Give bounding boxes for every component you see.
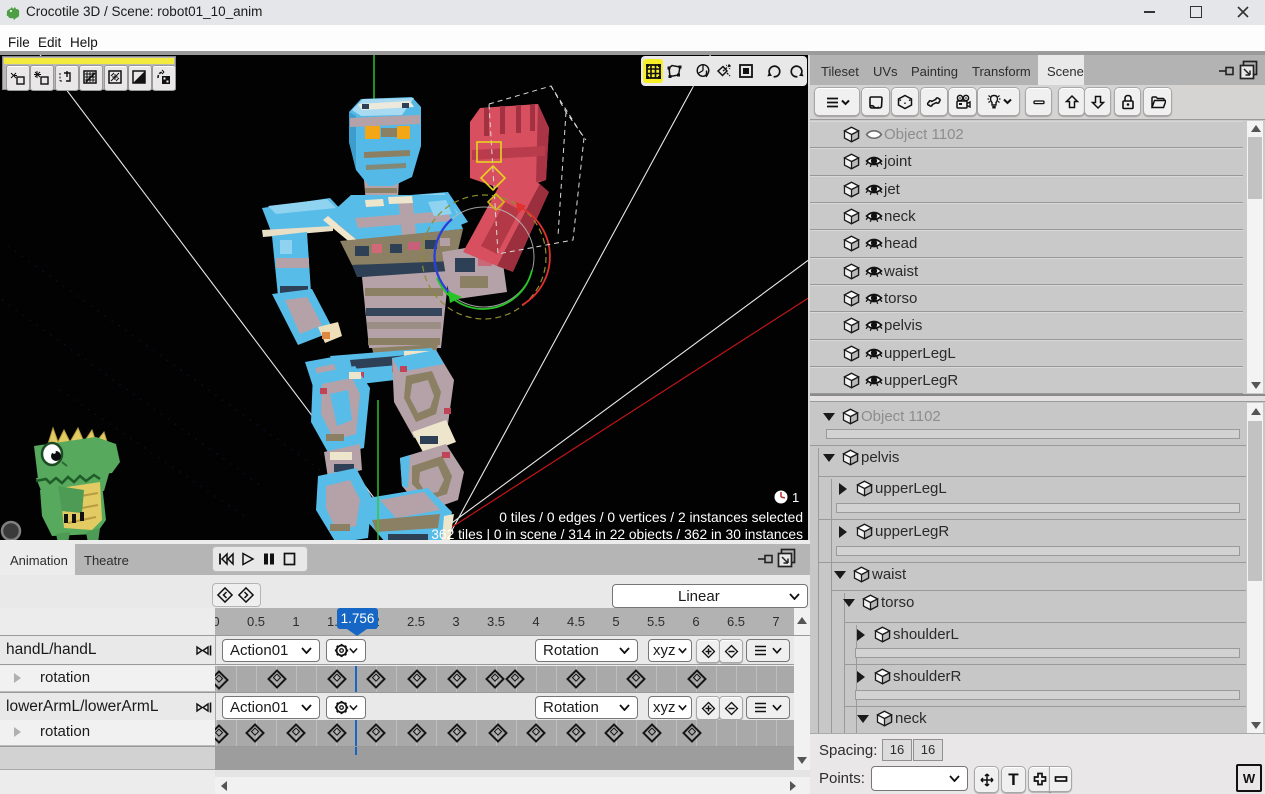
- svg-text:1: 1: [792, 490, 799, 505]
- svg-text:0 tiles / 0 edges / 0 vertices: 0 tiles / 0 edges / 0 vertices / 2 insta…: [499, 510, 803, 525]
- svg-text:362 tiles | 0 in scene / 314 i: 362 tiles | 0 in scene / 314 in 22 objec…: [431, 527, 803, 540]
